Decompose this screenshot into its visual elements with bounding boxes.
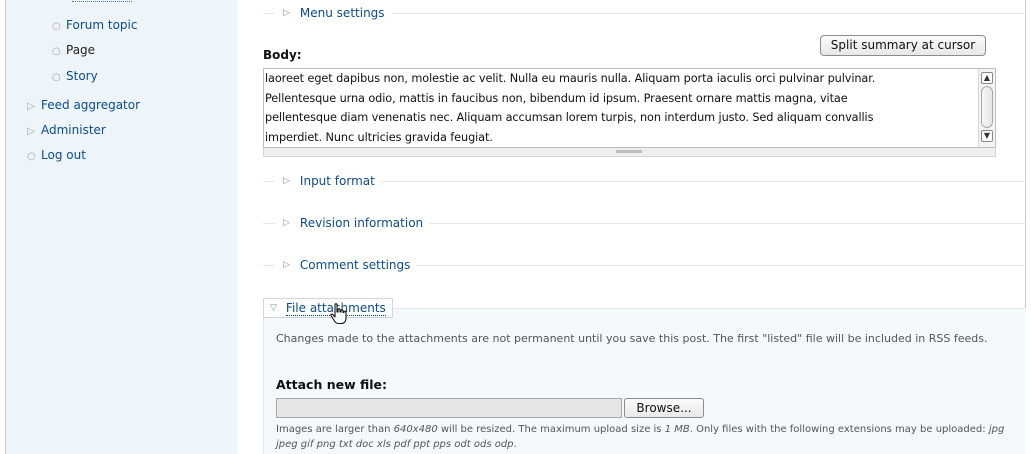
triangle-right-icon: ▷: [27, 126, 35, 137]
body-line: imperdiet. Nunc ultricies gravida feugia…: [265, 130, 493, 144]
fieldset-comment-settings[interactable]: ▷ Comment settings: [263, 257, 417, 273]
fieldset-legend-text: Input format: [299, 174, 375, 188]
main-content: ▷ Menu settings Body: Split summary at c…: [237, 0, 1026, 454]
triangle-right-icon: ▷: [27, 101, 35, 112]
sidebar-item-page[interactable]: ○ Page: [52, 43, 95, 57]
browse-button[interactable]: Browse...: [624, 398, 704, 418]
sidebar-item-label: Administer: [41, 123, 106, 137]
fieldset-menu-settings[interactable]: ▷ Menu settings: [263, 5, 391, 21]
attach-new-file-label: Attach new file:: [276, 377, 388, 392]
expanded-arrow-icon: ▽: [270, 303, 277, 313]
upload-text: will be resized. The maximum upload size…: [437, 424, 665, 435]
grip-icon: [616, 150, 642, 153]
sidebar-item-label: Story: [66, 69, 98, 83]
upload-text: Images are larger than: [276, 424, 394, 435]
upload-dimensions: 640x480: [393, 424, 438, 435]
hand-pointer-icon: [330, 303, 347, 325]
sidebar-item-administer[interactable]: ▷ Administer: [27, 123, 106, 137]
collapsed-arrow-icon: ▷: [283, 260, 290, 270]
body-text: laoreet eget dapibus non, molestie ac ve…: [265, 69, 975, 147]
sidebar-item-story[interactable]: ○ Story: [52, 69, 98, 83]
body-label: Body:: [263, 48, 302, 62]
body-line: pellentesque diam venenatis nec. Aliquam…: [265, 111, 874, 124]
fieldset-file-attachments[interactable]: ▽ File attachments: [263, 298, 393, 318]
collapsed-arrow-icon: ▷: [283, 8, 290, 18]
upload-text: . Only files with the following extensio…: [689, 424, 989, 435]
collapsed-arrow-icon: ▷: [283, 218, 290, 228]
fieldset-revision-information[interactable]: ▷ Revision information: [263, 215, 430, 231]
legend-dash: [263, 180, 275, 182]
scroll-up-icon[interactable]: ▲: [981, 72, 993, 84]
file-path-input[interactable]: [276, 398, 622, 418]
upload-max-size: 1 MB: [664, 424, 690, 435]
circle-bullet-icon: ○: [52, 46, 61, 57]
circle-bullet-icon: ○: [52, 21, 61, 32]
sidebar-item-label: Feed aggregator: [41, 98, 141, 112]
sidebar-item-forum-topic[interactable]: ○ Forum topic: [52, 18, 137, 32]
collapsed-arrow-icon: ▷: [283, 176, 290, 186]
sidebar: ○ Forum topic ○ Page ○ Story ▷ Feed aggregat…: [6, 0, 237, 454]
attachments-description: Changes made to the attachments are not …: [276, 332, 988, 345]
legend-dash: [263, 222, 275, 224]
scroll-down-icon[interactable]: ▼: [981, 130, 993, 142]
sidebar-truncated-item: [72, 0, 132, 2]
upload-text: .: [513, 439, 517, 450]
body-line: Pellentesque urna odio, mattis in faucib…: [265, 91, 848, 105]
sidebar-item-label: Page: [66, 43, 96, 57]
legend-dash: [263, 264, 275, 266]
fieldset-legend-text: Revision information: [299, 216, 424, 230]
split-summary-button[interactable]: Split summary at cursor: [820, 35, 986, 56]
circle-bullet-icon: ○: [52, 72, 61, 83]
sidebar-item-label: Log out: [41, 148, 86, 162]
fieldset-legend-text: Menu settings: [299, 6, 385, 20]
circle-bullet-icon: ○: [27, 151, 36, 162]
sidebar-item-log-out[interactable]: ○ Log out: [27, 148, 86, 162]
sidebar-item-feed-aggregator[interactable]: ▷ Feed aggregator: [27, 98, 140, 112]
textarea-resize-handle[interactable]: [263, 148, 996, 157]
upload-description: Images are larger than 640x480 will be r…: [276, 422, 1006, 452]
fieldset-legend-text: Comment settings: [299, 258, 411, 272]
body-line: laoreet eget dapibus non, molestie ac ve…: [265, 72, 876, 85]
body-textarea[interactable]: laoreet eget dapibus non, molestie ac ve…: [263, 68, 996, 148]
fieldset-input-format[interactable]: ▷ Input format: [263, 173, 381, 189]
scroll-thumb[interactable]: [981, 86, 993, 128]
textarea-scrollbar[interactable]: ▲ ▼: [978, 69, 995, 147]
sidebar-item-label: Forum topic: [66, 18, 138, 32]
legend-dash: [263, 12, 275, 14]
